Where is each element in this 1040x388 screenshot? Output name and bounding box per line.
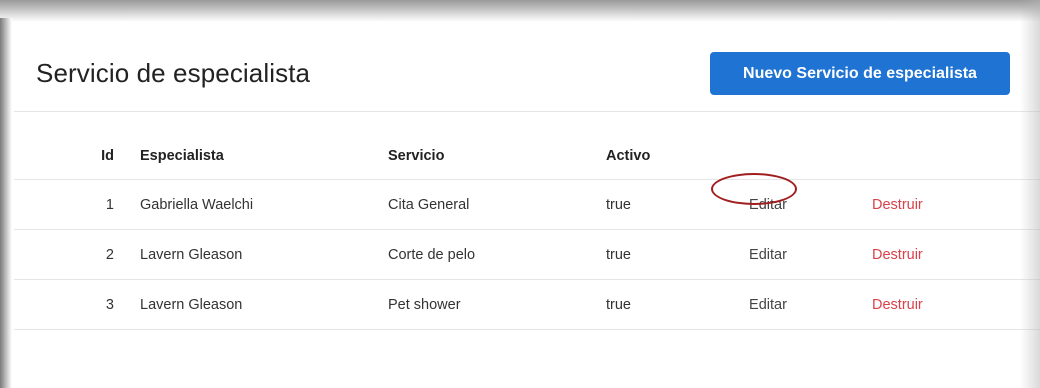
header-activo: Activo [606,148,651,164]
header-servicio: Servicio [388,148,445,164]
table-row: 2 Lavern Gleason Corte de pelo true Edit… [14,230,1040,280]
destroy-link[interactable]: Destruir [872,297,923,313]
table-row: 3 Lavern Gleason Pet shower true Editar … [14,280,1040,330]
cell-servicio: Cita General [388,196,470,213]
cell-activo: true [606,246,631,263]
edit-link[interactable]: Editar [749,197,787,213]
frame-top-shadow [0,0,1040,22]
cell-especialista: Gabriella Waelchi [140,196,254,213]
header-especialista: Especialista [140,148,224,164]
cell-servicio: Pet shower [388,296,461,313]
edit-link[interactable]: Editar [749,297,787,313]
cell-especialista: Lavern Gleason [140,246,243,263]
frame-right-fade [1020,0,1040,388]
services-table: Id Especialista Servicio Activo 1 Gabrie… [14,133,1040,330]
destroy-link[interactable]: Destruir [872,197,923,213]
main-card: Servicio de especialista Nuevo Servicio … [14,22,1040,388]
header-id: Id [101,148,114,164]
cell-activo: true [606,296,631,313]
cell-id: 1 [105,196,114,213]
cell-activo: true [606,196,631,213]
cell-servicio: Corte de pelo [388,246,476,263]
table-header-row: Id Especialista Servicio Activo [14,133,1040,180]
destroy-link[interactable]: Destruir [872,247,923,263]
new-service-button[interactable]: Nuevo Servicio de especialista [710,52,1010,95]
page-title: Servicio de especialista [36,58,311,88]
cell-especialista: Lavern Gleason [140,296,243,313]
cell-id: 3 [105,296,114,313]
card-header: Servicio de especialista Nuevo Servicio … [14,22,1040,112]
frame-left-shadow [0,18,12,388]
cell-id: 2 [105,246,114,263]
edit-link[interactable]: Editar [749,247,787,263]
table-row: 1 Gabriella Waelchi Cita General true Ed… [14,180,1040,230]
